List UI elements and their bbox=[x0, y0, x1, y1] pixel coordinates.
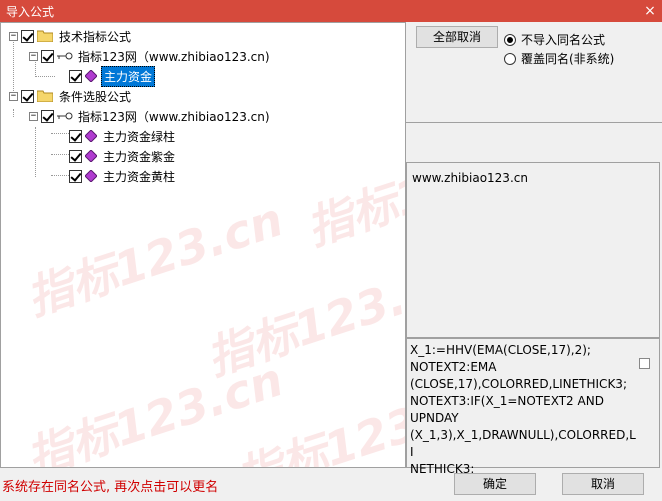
collapse-toggle[interactable]: − bbox=[29, 111, 38, 121]
collapse-toggle[interactable]: − bbox=[9, 91, 18, 101]
folder-icon bbox=[37, 90, 53, 102]
scroll-checkbox[interactable] bbox=[639, 358, 650, 369]
tree-node-label: 主力资金绿柱 bbox=[103, 129, 176, 144]
tree-node-technical-indicators[interactable]: − 技术指标公式 bbox=[9, 27, 133, 45]
tree-node-zhibiao-site-2[interactable]: − 指标123网（www.zhibiao123.cn) bbox=[29, 107, 272, 125]
key-icon bbox=[57, 52, 73, 60]
watermark: 指标123.cn bbox=[230, 372, 406, 468]
key-icon bbox=[57, 112, 73, 120]
cancel-button[interactable]: 取消 bbox=[562, 473, 644, 495]
separator-panel bbox=[406, 122, 662, 124]
checkbox[interactable] bbox=[41, 109, 54, 123]
tree-node-stock-selection[interactable]: − 条件选股公式 bbox=[9, 87, 133, 105]
tree-node-purple-gold[interactable]: 主力资金紫金 bbox=[69, 147, 177, 165]
option-label: 覆盖同名(非系统) bbox=[521, 52, 615, 66]
option-label: 不导入同名公式 bbox=[521, 33, 606, 47]
folder-icon bbox=[37, 30, 53, 42]
description-panel bbox=[406, 162, 660, 338]
deselect-all-button[interactable]: 全部取消 bbox=[416, 26, 498, 48]
tree-node-label: 主力资金 bbox=[101, 65, 156, 87]
tree-node-yellow-bar[interactable]: 主力资金黄柱 bbox=[69, 167, 177, 185]
radio-unselected[interactable] bbox=[504, 52, 516, 65]
radio-selected[interactable] bbox=[504, 33, 516, 46]
formula-diamond-icon bbox=[85, 70, 97, 82]
formula-tree[interactable]: 指标123.cn 指标123.cn 指标123.cn 指标123.cn 指标12… bbox=[0, 22, 406, 468]
formula-diamond-icon bbox=[85, 150, 97, 162]
tree-node-label: 技术指标公式 bbox=[59, 29, 132, 44]
watermark: 指标123.cn bbox=[20, 352, 290, 468]
checkbox[interactable] bbox=[69, 149, 82, 163]
tree-node-zhibiao-site[interactable]: − 指标123网（www.zhibiao123.cn) bbox=[29, 47, 272, 65]
status-message: 系统存在同名公式, 再次点击可以更名 bbox=[2, 480, 219, 495]
collapse-toggle[interactable]: − bbox=[29, 51, 38, 61]
option-overwrite-duplicates[interactable]: 覆盖同名(非系统) bbox=[504, 50, 614, 67]
tree-node-label: 主力资金紫金 bbox=[103, 149, 176, 164]
collapse-toggle[interactable]: − bbox=[9, 31, 18, 41]
window-title: 导入公式 bbox=[6, 4, 55, 19]
tree-node-label: 指标123网（www.zhibiao123.cn) bbox=[78, 49, 270, 64]
checkbox[interactable] bbox=[41, 49, 54, 63]
checkbox[interactable] bbox=[21, 89, 34, 103]
option-skip-duplicates[interactable]: 不导入同名公式 bbox=[504, 31, 605, 48]
tree-node-green-bar[interactable]: 主力资金绿柱 bbox=[69, 127, 177, 145]
tree-node-main-fund[interactable]: 主力资金 bbox=[69, 65, 156, 87]
tree-node-label: 条件选股公式 bbox=[59, 89, 132, 104]
watermark: 指标123.cn bbox=[300, 122, 406, 256]
formula-diamond-icon bbox=[85, 130, 97, 142]
description-url: www.zhibiao123.cn bbox=[412, 171, 528, 185]
checkbox[interactable] bbox=[69, 169, 82, 183]
watermark: 指标123.cn bbox=[20, 192, 290, 326]
tree-node-label: 指标123网（www.zhibiao123.cn) bbox=[78, 109, 270, 124]
checkbox[interactable] bbox=[69, 69, 82, 83]
ok-button[interactable]: 确定 bbox=[454, 473, 536, 495]
formula-diamond-icon bbox=[85, 170, 97, 182]
close-icon[interactable]: × bbox=[642, 3, 658, 19]
watermark: 指标123.cn bbox=[200, 252, 406, 386]
checkbox[interactable] bbox=[69, 129, 82, 143]
checkbox[interactable] bbox=[21, 29, 34, 43]
title-bar: 导入公式 × bbox=[0, 0, 662, 22]
tree-node-label: 主力资金黄柱 bbox=[103, 169, 176, 184]
formula-code: X_1:=HHV(EMA(CLOSE,17),2); NOTEXT2:EMA (… bbox=[410, 343, 636, 476]
